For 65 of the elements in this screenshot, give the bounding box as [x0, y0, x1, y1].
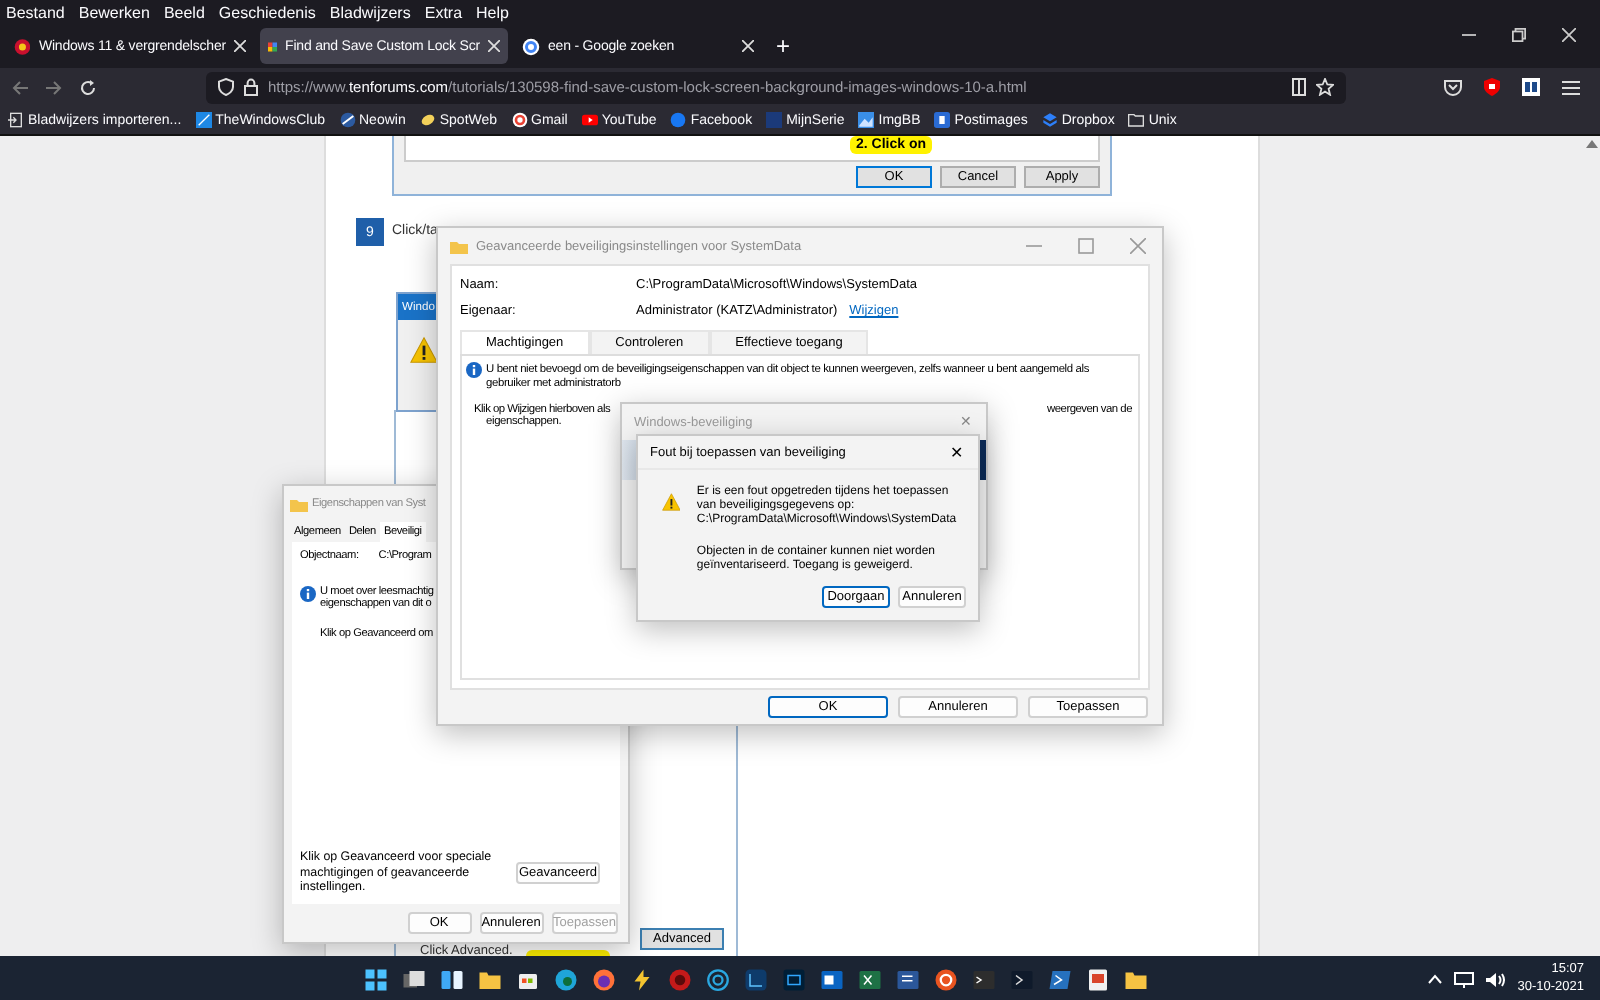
- badge-favicon-icon: [934, 112, 951, 128]
- g-favicon-icon: [522, 37, 540, 55]
- widgets-icon[interactable]: [438, 967, 466, 991]
- folder-icon[interactable]: [1122, 967, 1150, 991]
- dark-tile-icon[interactable]: [780, 967, 808, 991]
- presentation-icon[interactable]: [1084, 967, 1112, 991]
- info-icon: [466, 362, 482, 378]
- star-icon[interactable]: [1316, 78, 1334, 96]
- globe-icon: [339, 112, 355, 128]
- terminal-icon[interactable]: [970, 967, 998, 991]
- leaf-icon: [419, 112, 436, 128]
- speaker-icon[interactable]: [1485, 971, 1506, 987]
- prompt-icon[interactable]: [1008, 967, 1036, 991]
- warning-icon: [410, 336, 438, 364]
- menu-item[interactable]: Bestand: [6, 3, 65, 21]
- menu-item[interactable]: Bewerken: [78, 3, 150, 21]
- network-icon[interactable]: [1453, 971, 1474, 987]
- pocket-icon[interactable]: [1444, 79, 1462, 95]
- menu-item[interactable]: Beeld: [163, 3, 205, 21]
- ring-icon[interactable]: [704, 967, 732, 991]
- menu-item[interactable]: Geschiedenis: [218, 3, 316, 21]
- edge-swirl-icon[interactable]: [552, 967, 580, 991]
- folder-icon: [450, 239, 468, 253]
- tiles-favicon-icon: [268, 37, 278, 55]
- document-tile-icon[interactable]: [894, 967, 922, 991]
- file-explorer-icon[interactable]: [476, 967, 504, 991]
- powershell-icon[interactable]: [1046, 967, 1074, 991]
- grid-extension-icon[interactable]: [1522, 78, 1540, 96]
- import-icon: [8, 112, 24, 128]
- sheet-tile-icon[interactable]: [856, 967, 884, 991]
- scroll-up-icon[interactable]: [1586, 140, 1598, 148]
- chevron-up-icon[interactable]: [1427, 974, 1442, 984]
- info-icon: [300, 586, 316, 602]
- play-icon: [581, 112, 598, 128]
- close-icon[interactable]: [1562, 28, 1576, 42]
- menu-item[interactable]: Extra: [424, 3, 463, 21]
- tile-icon: [195, 112, 212, 128]
- firefox-icon[interactable]: [590, 967, 618, 991]
- back-icon[interactable]: [12, 79, 28, 95]
- menu-item[interactable]: Bladwijzers: [329, 3, 411, 21]
- chart-tile-icon[interactable]: [742, 967, 770, 991]
- restore-icon[interactable]: [1512, 28, 1526, 42]
- menu-icon[interactable]: [1562, 79, 1580, 95]
- reload-icon[interactable]: [80, 79, 96, 95]
- forward-icon[interactable]: [46, 79, 62, 95]
- windows-start-icon[interactable]: [362, 967, 390, 991]
- lifebuoy-icon[interactable]: [932, 967, 960, 991]
- image-icon: [858, 112, 875, 128]
- minimize-icon[interactable]: [1462, 28, 1476, 42]
- box-icon: [1041, 112, 1058, 128]
- reader-view-icon[interactable]: [1292, 78, 1306, 96]
- folder-outline-icon: [1128, 112, 1145, 128]
- square-favicon-icon: [766, 112, 783, 128]
- menu-item[interactable]: Help: [476, 3, 509, 21]
- record-icon[interactable]: [666, 967, 694, 991]
- new-tab-button[interactable]: +: [776, 32, 791, 60]
- round-favicon-icon: [511, 112, 528, 128]
- folder-icon: [290, 497, 308, 511]
- mail-tile-icon[interactable]: [818, 967, 846, 991]
- close-button[interactable]: ✕: [950, 443, 978, 461]
- task-view-icon[interactable]: [400, 967, 428, 991]
- shield-icon[interactable]: [218, 78, 234, 96]
- circle-favicon-icon: [670, 112, 687, 128]
- lock-icon[interactable]: [244, 78, 258, 96]
- extension-shield-icon[interactable]: [1484, 78, 1500, 96]
